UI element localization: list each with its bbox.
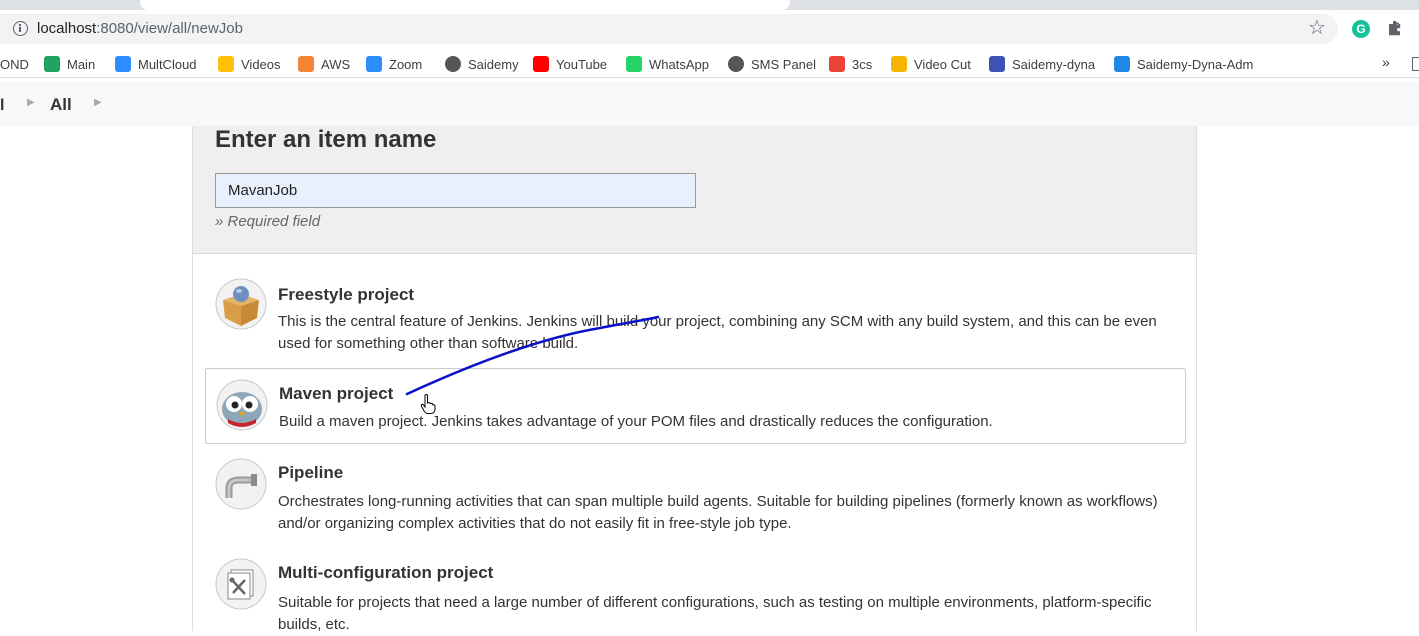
active-tab[interactable]: [140, 0, 790, 10]
hand-pointer-cursor-icon: [420, 394, 436, 414]
item-name-section: Enter an item name » Required field: [193, 126, 1196, 254]
site-info-icon[interactable]: [13, 21, 28, 36]
extensions-puzzle-icon[interactable]: [1386, 19, 1404, 37]
item-title: Pipeline: [278, 463, 344, 482]
bookmark-label: Videos: [241, 56, 281, 72]
item-description: This is the central feature of Jenkins. …: [278, 313, 1157, 352]
item-title: Multi-configuration project: [278, 563, 494, 582]
bookmark-video-cut[interactable]: Video Cut: [891, 54, 971, 74]
bookmark-3cs[interactable]: 3cs: [829, 54, 872, 74]
bookmark-whatsapp[interactable]: WhatsApp: [626, 54, 709, 74]
address-bar[interactable]: localhost:8080/view/all/newJob ☆: [0, 14, 1338, 44]
pipeline-icon: [215, 458, 267, 510]
cloud-icon: [115, 56, 131, 72]
freestyle-box-icon: [215, 278, 267, 330]
grammarly-extension-icon[interactable]: G: [1352, 20, 1370, 38]
bookmark-saidemy-dyna-adm[interactable]: Saidemy-Dyna-Adm: [1114, 54, 1253, 74]
maven-owl-icon: [216, 379, 268, 431]
address-bar-row: localhost:8080/view/all/newJob ☆ G: [0, 10, 1419, 50]
multi-config-icon: [215, 558, 267, 610]
bookmark-label: YouTube: [556, 56, 608, 72]
google-drive-icon: [218, 56, 234, 72]
bookmarks-overflow-chevron-icon[interactable]: »: [1382, 54, 1390, 70]
breadcrumb-arrow-icon[interactable]: ▶: [94, 97, 102, 108]
whatsapp-icon: [626, 56, 642, 72]
new-item-panel: Enter an item name » Required field Free…: [192, 126, 1197, 633]
dots-icon: [891, 56, 907, 72]
bookmark-label: WhatsApp: [649, 56, 709, 72]
bookmark-sms-panel[interactable]: SMS Panel: [728, 54, 816, 74]
item-title: Freestyle project: [278, 285, 415, 304]
required-field-note: » Required field: [215, 213, 321, 230]
bookmark-label: Main: [67, 56, 96, 72]
bookmark-label: OND: [0, 56, 29, 72]
bookmark-label: Zoom: [389, 56, 423, 72]
bookmark-ond[interactable]: OND: [0, 54, 29, 74]
other-bookmarks-folder-icon[interactable]: [1412, 57, 1419, 71]
aws-cube-icon: [298, 56, 314, 72]
bookmark-saidemy-dyna[interactable]: Saidemy-dyna: [989, 54, 1095, 74]
breadcrumb-item-jenkins[interactable]: l: [0, 97, 4, 115]
bookmark-label: AWS: [321, 56, 351, 72]
item-title: Maven project: [279, 384, 394, 403]
zoom-icon: [366, 56, 382, 72]
bookmark-label: MultCloud: [138, 56, 197, 72]
bookmark-label: Saidemy-Dyna-Adm: [1137, 56, 1254, 72]
gmail-icon: [829, 56, 845, 72]
google-drive-icon: [44, 56, 60, 72]
globe-icon: [728, 56, 744, 72]
bookmark-label: 3cs: [852, 56, 873, 72]
page-title: Enter an item name: [215, 126, 437, 153]
item-type-multi-configuration[interactable]: Multi-configuration project Suitable for…: [205, 548, 1186, 633]
bookmark-videos[interactable]: Videos: [218, 54, 281, 74]
bookmark-main[interactable]: Main: [44, 54, 95, 74]
bookmark-saidemy[interactable]: Saidemy: [445, 54, 519, 74]
bookmark-multcloud[interactable]: MultCloud: [115, 54, 197, 74]
bookmark-label: Saidemy: [468, 56, 519, 72]
bookmark-star-icon[interactable]: ☆: [1308, 17, 1326, 39]
x-circle-icon: [1114, 56, 1130, 72]
bookmark-label: Saidemy-dyna: [1012, 56, 1096, 72]
bookmark-youtube[interactable]: YouTube: [533, 54, 607, 74]
breadcrumb-arrow-icon[interactable]: ▶: [27, 97, 35, 108]
item-type-maven[interactable]: Maven project Build a maven project. Jen…: [205, 368, 1186, 444]
item-description: Suitable for projects that need a large …: [278, 594, 1152, 633]
bookmark-zoom[interactable]: Zoom: [366, 54, 422, 74]
item-description: Orchestrates long-running activities tha…: [278, 493, 1158, 532]
youtube-icon: [533, 56, 549, 72]
tab-strip: [0, 0, 1419, 10]
breadcrumb-item-all[interactable]: All: [50, 95, 72, 115]
bookmarks-bar: OND Main MultCloud Videos AWS Zoom Saidemy YouT…: [0, 50, 1419, 78]
url-text[interactable]: localhost:8080/view/all/newJob: [37, 20, 243, 37]
dollar-icon: [445, 56, 461, 72]
breadcrumb: l ▶ All ▶: [0, 82, 1419, 126]
chart-icon: [989, 56, 1005, 72]
bookmark-aws[interactable]: AWS: [298, 54, 350, 74]
item-type-freestyle[interactable]: Freestyle project This is the central fe…: [205, 268, 1186, 362]
bookmark-label: Video Cut: [914, 56, 971, 72]
item-type-pipeline[interactable]: Pipeline Orchestrates long-running activ…: [205, 448, 1186, 542]
item-name-input[interactable]: [215, 173, 696, 208]
bookmark-label: SMS Panel: [751, 56, 817, 72]
item-description: Build a maven project. Jenkins takes adv…: [279, 413, 993, 430]
